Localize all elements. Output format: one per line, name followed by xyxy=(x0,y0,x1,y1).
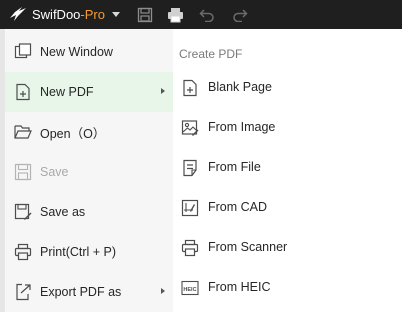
submenu-item-from-cad[interactable]: From CAD xyxy=(173,188,402,228)
app-brand[interactable]: SwifDoo-Pro xyxy=(32,6,105,23)
export-icon xyxy=(14,283,32,301)
menu-item-save-as[interactable]: Save as xyxy=(5,192,173,232)
menu-item-label: New Window xyxy=(40,45,113,59)
menu-item-new-window[interactable]: New Window xyxy=(5,32,173,72)
menu-item-open[interactable]: Open（O） xyxy=(5,112,173,152)
title-bar: SwifDoo-Pro xyxy=(0,0,402,29)
save-toolbar-button[interactable] xyxy=(134,4,156,25)
svg-text:HEIC: HEIC xyxy=(183,287,196,293)
menu-item-label: New PDF xyxy=(40,85,94,99)
submenu-item-from-file[interactable]: From File xyxy=(173,148,402,188)
new-pdf-icon xyxy=(14,83,32,101)
redo-icon xyxy=(233,8,248,22)
save-icon xyxy=(14,163,32,181)
submenu-item-from-scanner[interactable]: From Scanner xyxy=(173,228,402,268)
submenu-item-label: From File xyxy=(208,160,261,174)
new-window-icon xyxy=(14,43,32,61)
submenu-item-from-image[interactable]: From Image xyxy=(173,108,402,148)
submenu-item-blank-page[interactable]: Blank Page xyxy=(173,68,402,108)
chevron-down-icon[interactable] xyxy=(110,4,122,25)
blank-page-icon xyxy=(181,79,199,97)
brand-name: SwifDoo xyxy=(32,7,81,22)
save-icon xyxy=(137,7,153,22)
menu-item-label: Export PDF as xyxy=(40,285,122,299)
cad-icon xyxy=(181,199,199,217)
submenu-item-label: From Scanner xyxy=(208,240,288,254)
submenu-item-label: From Image xyxy=(208,120,276,134)
submenu-item-from-heic[interactable]: HEIC From HEIC xyxy=(173,268,402,308)
submenu-item-label: From HEIC xyxy=(208,280,271,294)
submenu-item-label: Blank Page xyxy=(208,80,272,94)
menu-item-label: Open（O） xyxy=(40,126,106,141)
menu-item-label: Save as xyxy=(40,205,86,219)
save-as-icon xyxy=(14,203,32,221)
submenu-header: Create PDF xyxy=(179,47,243,61)
menu-item-export-pdf-as[interactable]: Export PDF as xyxy=(5,272,173,312)
menu-item-save[interactable]: Save xyxy=(5,152,173,192)
file-icon xyxy=(181,159,199,177)
print-icon xyxy=(167,7,183,22)
menu-item-label: Print(Ctrl + P) xyxy=(40,245,117,259)
submenu-arrow-icon xyxy=(161,288,165,294)
folder-open-icon xyxy=(14,123,32,141)
undo-button[interactable] xyxy=(196,4,218,25)
undo-icon xyxy=(199,8,214,22)
print-icon xyxy=(14,243,32,261)
menu-item-new-pdf[interactable]: New PDF xyxy=(5,72,173,112)
submenu-item-label: From CAD xyxy=(208,200,268,214)
redo-button[interactable] xyxy=(229,4,251,25)
heic-icon: HEIC xyxy=(181,279,199,297)
menu-item-print[interactable]: Print(Ctrl + P) xyxy=(5,232,173,272)
scanner-icon xyxy=(181,239,199,257)
swifdoo-logo-icon xyxy=(9,6,27,23)
brand-pro: -Pro xyxy=(80,7,105,22)
menu-item-label: Save xyxy=(40,165,69,179)
print-toolbar-button[interactable] xyxy=(164,4,186,25)
image-icon xyxy=(181,119,199,137)
submenu-arrow-icon xyxy=(161,88,165,94)
